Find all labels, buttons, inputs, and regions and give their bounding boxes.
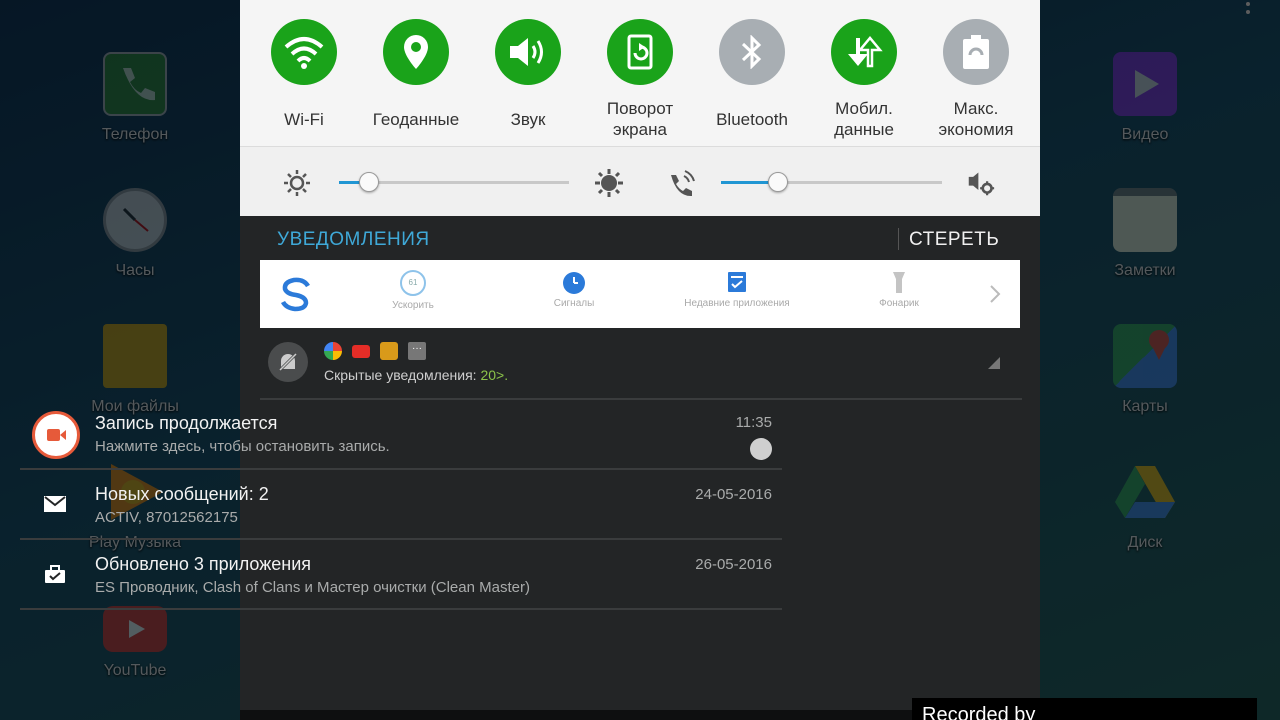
alarm-icon (563, 272, 585, 294)
toggle-label: Bluetooth (716, 109, 788, 129)
boost-icon: 61 (400, 270, 426, 296)
mail-icon (44, 496, 66, 517)
toolbar-item-label: Фонарик (879, 298, 919, 309)
clash-of-clans-icon (380, 342, 398, 360)
location-icon (383, 19, 449, 85)
battery-saver-icon (943, 19, 1009, 85)
hidden-count: 20>. (480, 367, 509, 383)
toolbar-item-label: Сигналы (553, 298, 595, 309)
toggle-mobile-data[interactable]: Мобил. данные (809, 0, 919, 146)
ringtone-volume-icon[interactable] (667, 169, 695, 197)
notification-time: 11:35 (735, 414, 772, 431)
hidden-notifications-row[interactable]: ··· Скрытые уведомления: 20>. (260, 332, 1022, 400)
toggle-label: Звук (510, 109, 546, 129)
toolbar-item-label: Недавние приложения (684, 298, 790, 309)
toggle-wifi[interactable]: Wi-Fi (249, 0, 359, 146)
hidden-app-icons: ··· (324, 342, 426, 360)
recorder-watermark: Recorded by (912, 698, 1257, 720)
watermark-text: Recorded by (922, 704, 1036, 720)
toggle-label: Поворот экрана (606, 99, 674, 139)
volume-knob[interactable] (768, 172, 789, 192)
flashlight-item[interactable]: Фонарик (839, 270, 959, 309)
bluetooth-icon (719, 19, 785, 85)
toggle-sound[interactable]: Звук (473, 0, 583, 146)
clear-button[interactable]: СТЕРЕТЬ (909, 229, 999, 251)
notification-subtitle: ACTIV, 87012562175 (95, 509, 238, 526)
alarms-item[interactable]: Сигналы (514, 270, 634, 309)
toggle-label: Wi-Fi (284, 109, 324, 129)
hidden-notifications-text: Скрытые уведомления: 20>. (324, 367, 508, 383)
boost-item[interactable]: 61 Ускорить (353, 270, 473, 311)
recent-apps-item[interactable]: Недавние приложения (677, 270, 797, 309)
notification-time: 24-05-2016 (695, 486, 772, 503)
toggle-bluetooth[interactable]: Bluetooth (697, 0, 807, 146)
clean-master-toolbar: 61 Ускорить Сигналы Недавние приложения … (260, 260, 1020, 328)
rotate-icon (607, 19, 673, 85)
chevron-right-icon[interactable] (989, 284, 1001, 309)
brightness-knob[interactable] (358, 172, 379, 192)
sound-settings-icon[interactable] (967, 169, 995, 197)
header-divider (898, 228, 899, 250)
flashlight-icon (892, 270, 906, 294)
toolbar-item-label: Ускорить (392, 300, 434, 311)
notifications-header: УВЕДОМЛЕНИЯ СТЕРЕТЬ (240, 216, 1040, 260)
google-icon (324, 342, 342, 360)
toggle-label: Геоданные (372, 109, 460, 129)
notification-title: Обновлено 3 приложения (95, 554, 312, 574)
mobile-data-icon (831, 19, 897, 85)
notification-recording[interactable]: Запись продолжается Нажмите здесь, чтобы… (20, 402, 782, 470)
toggle-location[interactable]: Геоданные (361, 0, 471, 146)
toggle-battery-saver[interactable]: Макс. экономия (921, 0, 1031, 146)
clean-master-logo-icon[interactable] (278, 276, 314, 312)
quick-settings: Wi-Fi Геоданные Звук Поворот экрана Blue… (240, 0, 1040, 146)
volume-slider[interactable] (721, 172, 942, 192)
toggle-label: Макс. экономия (938, 99, 1014, 139)
expand-icon[interactable] (988, 356, 1000, 374)
notification-subtitle: ES Проводник, Clash of Clans и Мастер оч… (95, 579, 530, 596)
notification-subtitle: Нажмите здесь, чтобы остановить запись. (95, 438, 390, 455)
toggle-rotate[interactable]: Поворот экрана (585, 0, 695, 146)
update-icon (44, 564, 66, 589)
mobizen-icon (750, 438, 772, 460)
youtube-icon (352, 345, 370, 358)
notification-title: Запись продолжается (95, 413, 278, 433)
recent-apps-icon (726, 270, 748, 294)
toggle-label: Мобил. данные (834, 99, 894, 139)
record-icon (32, 411, 80, 459)
notification-title: Новых сообщений: 2 (95, 484, 269, 504)
notifications-title: УВЕДОМЛЕНИЯ (277, 229, 430, 250)
brightness-low-icon[interactable] (283, 169, 311, 197)
hidden-label: Скрытые уведомления: (324, 367, 481, 383)
brightness-high-icon[interactable] (595, 169, 623, 197)
wifi-icon (271, 19, 337, 85)
notification-time: 26-05-2016 (695, 556, 772, 573)
muted-bell-icon (268, 342, 308, 382)
more-icon: ··· (408, 342, 426, 360)
notification-app-updates[interactable]: Обновлено 3 приложения ES Проводник, Cla… (20, 542, 782, 610)
notification-messages[interactable]: Новых сообщений: 2 ACTIV, 87012562175 24… (20, 472, 782, 540)
slider-row (240, 146, 1040, 216)
brightness-slider[interactable] (339, 172, 569, 192)
sound-icon (495, 19, 561, 85)
